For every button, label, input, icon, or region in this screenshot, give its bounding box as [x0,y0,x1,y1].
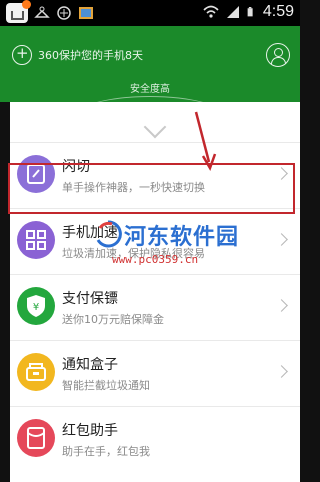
wifi-icon [203,5,219,18]
list-item-notification-box[interactable]: 通知盒子 智能拦截垃圾通知 [10,340,300,406]
photo-icon [79,7,93,19]
list-item-subtitle: 智能拦截垃圾通知 [62,379,150,392]
svg-text:¥: ¥ [33,302,39,313]
list-item-subtitle: 送你10万元赔保障金 [62,313,164,326]
hanger-icon [34,6,50,18]
feature-panel: 闪切 单手操作神器，一秒快速切换 手机加速 垃圾清加速，保护隐私很容易 ¥ 支付… [10,102,300,482]
payment-shield-icon: ¥ [17,287,55,325]
security-header: 360保护您的手机8天 安全度高 [0,26,300,102]
list-item-title: 通知盒子 [62,357,118,373]
chevron-right-icon [275,365,288,378]
list-item-red-envelope[interactable]: 红包助手 助手在手，红包我 [10,406,300,472]
watermark-logo-icon [96,220,122,248]
list-item-subtitle: 助手在手，红包我 [62,445,150,458]
chevron-right-icon [275,299,288,312]
protection-days-text: 360保护您的手机8天 [38,49,143,62]
clock: 4:59 [262,3,294,20]
watermark-name: 河东软件园 [124,225,240,250]
add-circle-icon [12,44,32,65]
mesh-icon [57,6,71,20]
list-item-title: 支付保镖 [62,291,118,307]
status-bar: 4:59 [0,0,300,26]
user-icon[interactable] [266,43,290,67]
notification-box-icon [17,353,55,391]
red-envelope-icon [17,419,55,457]
app-badge-icon [6,0,31,23]
highlight-box [8,163,295,214]
list-item-title: 红包助手 [62,423,118,439]
safety-level-label: 安全度高 [130,84,170,95]
protection-row[interactable]: 360保护您的手机8天 [12,44,143,65]
chevron-down-icon[interactable] [143,115,167,139]
watermark: 河东软件园 www.pc0359.cn [96,218,262,276]
grid-apps-icon [17,221,55,259]
list-item-payment-guard[interactable]: ¥ 支付保镖 送你10万元赔保障金 [10,274,300,340]
status-left-icons [6,0,94,23]
chevron-right-icon [275,233,288,246]
watermark-url: www.pc0359.cn [112,253,199,266]
status-right-icons: 4:59 [203,3,294,21]
signal-icon [226,6,239,18]
battery-icon [247,7,253,17]
